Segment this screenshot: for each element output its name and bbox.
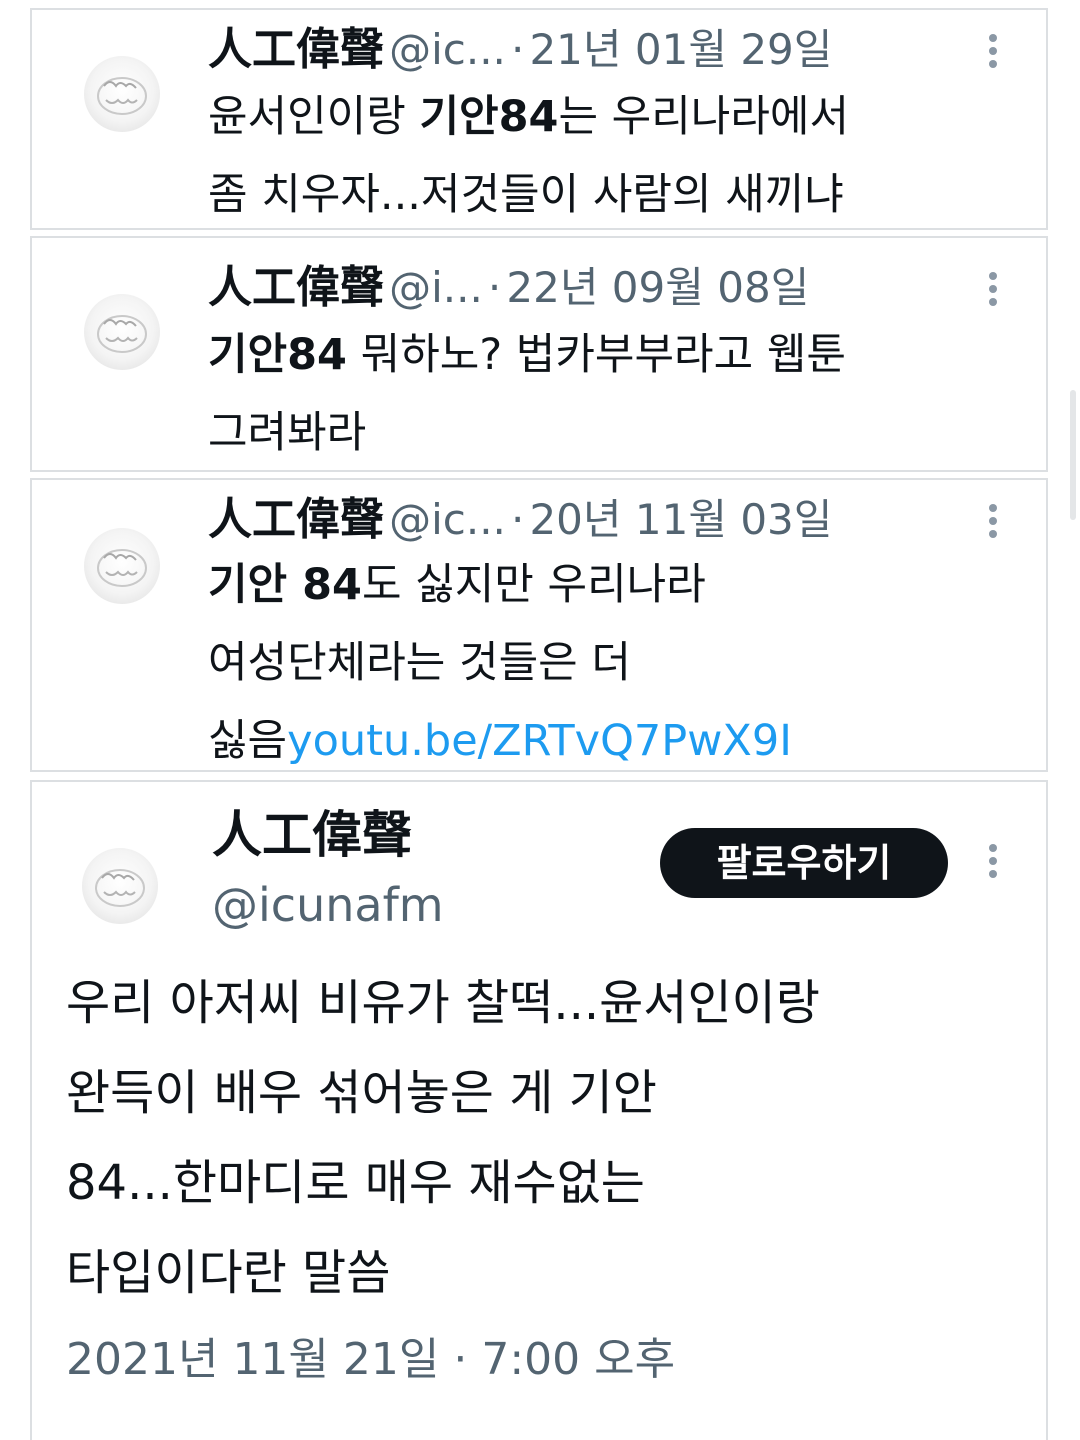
ring-image-icon bbox=[97, 549, 147, 587]
text-segment: 싫음 bbox=[208, 716, 288, 766]
tweet-card-3[interactable]: 人工偉聲 @ic... · 20년 11월 03일 기안 84도 싫지만 우리나… bbox=[30, 478, 1048, 772]
more-vertical-icon[interactable] bbox=[988, 272, 998, 312]
display-name[interactable]: 人工偉聲 bbox=[208, 24, 384, 75]
user-handle[interactable]: @i... bbox=[389, 263, 483, 312]
display-name[interactable]: 人工偉聲 bbox=[212, 810, 412, 860]
tweet-line: 그려봐라 bbox=[208, 408, 367, 458]
tweet-line: 윤서인이랑 기안84는 우리나라에서 bbox=[208, 78, 849, 156]
tweet-line: 완득이 배우 섞어놓은 게 기안 bbox=[66, 1065, 657, 1121]
text-segment: 는 우리나라에서 bbox=[558, 92, 850, 142]
tweet-line: 기안84 뭐하노? 법카부부라고 웹툰 bbox=[208, 316, 846, 394]
tweet-link[interactable]: youtu.be/ZRTvQ7PwX9I bbox=[287, 716, 792, 766]
display-name[interactable]: 人工偉聲 bbox=[208, 262, 384, 313]
main-tweet-card: 人工偉聲 @icunafm 팔로우하기 우리 아저씨 비유가 찰떡...윤서인이… bbox=[30, 780, 1048, 1440]
separator-dot: · bbox=[487, 263, 502, 312]
avatar[interactable] bbox=[84, 294, 160, 370]
tweet-card-1[interactable]: 人工偉聲 @ic... · 21년 01월 29일 윤서인이랑 기안84는 우리… bbox=[30, 8, 1048, 230]
tweet-header: 人工偉聲 @ic... · 21년 01월 29일 bbox=[208, 28, 832, 72]
ring-image-icon bbox=[97, 315, 147, 353]
tweet-timestamp[interactable]: 2021년 11월 21일 · 7:00 오후 bbox=[66, 1338, 675, 1382]
tweet-text: 우리 아저씨 비유가 찰떡...윤서인이랑 완득이 배우 섞어놓은 게 기안 8… bbox=[66, 958, 820, 1318]
scrollbar-thumb[interactable] bbox=[1070, 390, 1076, 520]
avatar[interactable] bbox=[82, 848, 158, 924]
tweet-line: 우리 아저씨 비유가 찰떡...윤서인이랑 bbox=[66, 975, 820, 1031]
more-vertical-icon[interactable] bbox=[988, 844, 998, 884]
user-handle[interactable]: @icunafm bbox=[212, 882, 444, 928]
tweet-header: 人工偉聲 @ic... · 20년 11월 03일 bbox=[208, 498, 832, 542]
display-name[interactable]: 人工偉聲 bbox=[208, 494, 384, 545]
text-segment: 윤서인이랑 bbox=[208, 92, 420, 142]
tweet-date[interactable]: 22년 09월 08일 bbox=[506, 263, 809, 312]
highlight-text: 기안 84 bbox=[208, 560, 362, 610]
tweet-line: 타입이다란 말씀 bbox=[66, 1245, 391, 1301]
more-vertical-icon[interactable] bbox=[988, 34, 998, 74]
user-handle[interactable]: @ic... bbox=[389, 25, 506, 74]
text-segment: 도 싫지만 우리나라 bbox=[361, 560, 706, 610]
tweet-line: 싫음youtu.be/ZRTvQ7PwX9I bbox=[208, 702, 792, 780]
tweet-line: 여성단체라는 것들은 더 bbox=[208, 638, 631, 688]
tweet-line: 좀 치우자...저것들이 사람의 새끼냐 bbox=[208, 170, 844, 220]
separator-dot: · bbox=[511, 25, 525, 74]
follow-button[interactable]: 팔로우하기 bbox=[660, 828, 948, 898]
tweet-date[interactable]: 20년 11월 03일 bbox=[529, 495, 832, 544]
ring-image-icon bbox=[97, 77, 147, 115]
tweet-text: 기안 84도 싫지만 우리나라 여성단체라는 것들은 더 싫음youtu.be/… bbox=[208, 546, 792, 780]
avatar[interactable] bbox=[84, 56, 160, 132]
user-handle[interactable]: @ic... bbox=[389, 495, 506, 544]
tweet-text: 기안84 뭐하노? 법카부부라고 웹툰 그려봐라 bbox=[208, 316, 846, 472]
more-vertical-icon[interactable] bbox=[988, 504, 998, 544]
highlight-text: 기안84 bbox=[419, 92, 559, 142]
ring-image-icon bbox=[95, 869, 145, 907]
tweet-header: 人工偉聲 @i... · 22년 09월 08일 bbox=[208, 266, 809, 310]
text-segment: 뭐하노? 법카부부라고 웹툰 bbox=[346, 330, 846, 380]
tweet-line: 84...한마디로 매우 재수없는 bbox=[66, 1155, 645, 1211]
avatar[interactable] bbox=[84, 528, 160, 604]
tweet-text: 윤서인이랑 기안84는 우리나라에서 좀 치우자...저것들이 사람의 새끼냐 bbox=[208, 78, 849, 234]
tweet-date[interactable]: 21년 01월 29일 bbox=[529, 25, 832, 74]
separator-dot: · bbox=[511, 495, 525, 544]
highlight-text: 기안84 bbox=[208, 330, 347, 380]
tweet-line: 기안 84도 싫지만 우리나라 bbox=[208, 546, 792, 624]
tweet-card-2[interactable]: 人工偉聲 @i... · 22년 09월 08일 기안84 뭐하노? 법카부부라… bbox=[30, 236, 1048, 472]
